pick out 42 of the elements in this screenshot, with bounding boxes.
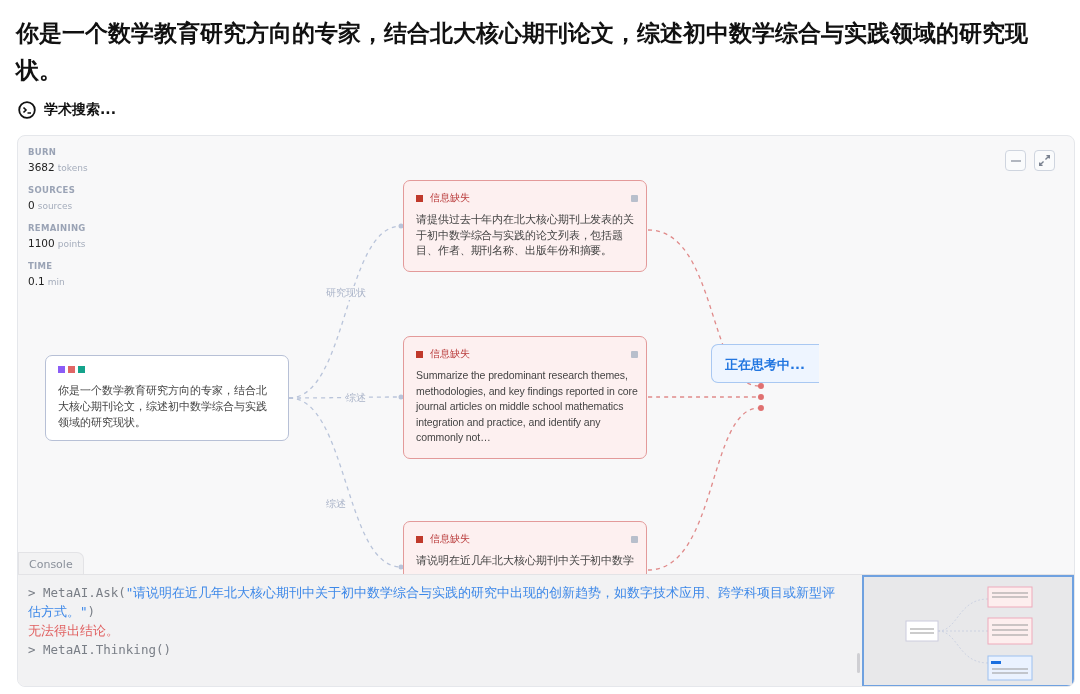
stat-label: SOURCES xyxy=(28,185,77,195)
square-icon xyxy=(631,350,638,358)
node-text: 你是一个数学教育研究方向的专家，结合北大核心期刊论文，综述初中数学综合与实践领域的研究现状。 xyxy=(58,383,268,430)
scrollbar xyxy=(857,653,860,673)
console-tab[interactable]: Console xyxy=(18,552,84,575)
warning-icon xyxy=(416,194,423,202)
thinking-node: 正在思考中... xyxy=(711,344,819,383)
square-icon xyxy=(631,194,638,202)
stat-unit: points xyxy=(57,239,86,249)
stat-label: TIME xyxy=(28,261,54,271)
card-text: 请提供过去十年内在北大核心期刊上发表的关于初中数学综合与实践的论文列表，包括题目、作者、期刊名称、出版年份和摘要。 xyxy=(416,212,635,258)
card-text: Summarize the predominant research themes, methodologies, and key findings reported in core journal articles on middle school mathematics integration and practice, and identify any commonly not… xyxy=(416,368,638,445)
status-text: 学术搜索... xyxy=(44,101,116,119)
card-text: 请说明在近几年北大核心期刊中关于初中数学 xyxy=(416,553,635,568)
expand-button[interactable] xyxy=(1034,150,1055,171)
stat-unit: tokens xyxy=(57,163,88,173)
stat-value: 1100 xyxy=(28,237,55,249)
stat-value: 0 xyxy=(28,199,35,211)
edge-label: 综述 xyxy=(326,497,346,511)
stat-label: REMAINING xyxy=(28,223,87,233)
edge-label: 研究现状 xyxy=(326,286,366,300)
expand-icon xyxy=(1039,155,1050,166)
terminal-icon xyxy=(18,101,36,119)
stat-value: 3682 xyxy=(28,161,55,173)
stat-unit: sources xyxy=(37,201,73,211)
warning-icon xyxy=(416,535,423,543)
minimize-button[interactable] xyxy=(1005,150,1026,171)
card-tag: 信息缺失 xyxy=(430,347,631,361)
card-tag: 信息缺失 xyxy=(430,532,631,546)
edge-label: 综述 xyxy=(346,391,366,405)
console-line: > MetaAI.Ask("请说明在近几年北大核心期刊中关于初中数学综合与实践的研究中出现的创新趋势，如数字技术应用、跨学科项目或新型评估方式。") xyxy=(28,584,837,621)
warning-icon xyxy=(416,350,423,358)
square-icon xyxy=(631,535,638,543)
card-tag: 信息缺失 xyxy=(430,191,631,205)
minimap[interactable] xyxy=(862,575,1074,686)
minus-icon xyxy=(1010,159,1021,162)
stat-label: BURN xyxy=(28,147,58,157)
stat-value: 0.1 xyxy=(28,275,45,287)
question-heading: 你是一个数学教育研究方向的专家，结合北大核心期刊论文，综述初中数学综合与实践领域的研究现状。 xyxy=(16,18,1029,86)
stat-unit: min xyxy=(47,277,65,287)
console-line: 无法得出结论。 xyxy=(28,622,120,640)
console-line: > MetaAI.Thinking() xyxy=(28,641,172,659)
